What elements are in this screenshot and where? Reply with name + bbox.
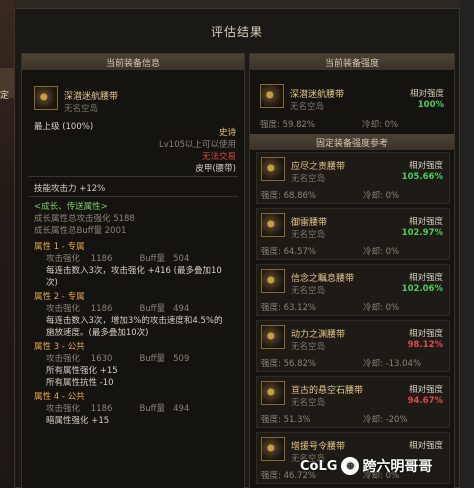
attribute-stats: 攻击强化 1630 Buff量 509: [46, 354, 190, 364]
item-name: 亘古的悬空石腰带: [291, 386, 364, 396]
panel-header: 当前装备强度: [250, 54, 454, 70]
attribute-stats: 攻击强化 1186 Buff量 494: [46, 404, 190, 414]
divider: [28, 196, 238, 197]
strength-value: 强度: 64.57%: [261, 247, 316, 257]
belt-item-icon[interactable]: [261, 325, 285, 349]
cooldown-value: 冷却: 0%: [363, 191, 400, 201]
attribute-desc: 所有属性抗性 -10: [46, 378, 114, 388]
current-equipment-strength-panel: 当前装备强度 深潜迷航腰带 无名空岛 相对强度 100% 强度: 59.82% …: [249, 53, 455, 488]
attribute-title: 属性 4 - 公共: [34, 392, 85, 402]
belt-item-icon[interactable]: [261, 213, 285, 237]
relative-strength-value: 102.06%: [401, 284, 443, 294]
watermark-logo: CoLG: [300, 458, 338, 474]
item-grade: 最上级 (100%): [34, 122, 94, 132]
item-name: 信念之瞩息腰带: [291, 274, 355, 284]
watermark-icon: ⊕: [341, 457, 360, 475]
item-subtitle: 无名空岛: [290, 102, 325, 112]
relative-strength-label: 相对强度: [408, 385, 443, 395]
divider: [28, 176, 238, 177]
cooldown-value: 冷却: -13.04%: [363, 359, 422, 369]
cooldown-value: 冷却: -20%: [363, 415, 408, 425]
relative-strength-label: 相对强度: [408, 161, 443, 171]
level-requirement: Lv105以上可以使用: [159, 140, 236, 150]
attribute-desc: 次): [46, 278, 58, 288]
trade-restriction: 无法交易: [201, 152, 236, 162]
item-subtitle: 无名空岛: [291, 286, 326, 296]
item-name: 深潜迷航腰带: [64, 92, 119, 102]
dialog-title: 评估结果: [210, 24, 263, 39]
attribute-title: 属性 3 - 公共: [34, 342, 85, 352]
belt-item-icon[interactable]: [261, 157, 285, 181]
item-subtitle: 无名空岛: [64, 104, 99, 114]
belt-item-icon[interactable]: [260, 84, 284, 108]
attribute-stats: 攻击强化 1186 Buff量 494: [46, 304, 190, 314]
item-name: 御雷腰带: [291, 218, 328, 228]
background-top-bar: [14, 0, 460, 8]
current-equipment-info-panel: 当前装备信息 深潜迷航腰带 无名空岛 最上级 (100%) 史诗 Lv105以上…: [21, 53, 245, 488]
background-right: [460, 0, 474, 488]
belt-item-icon[interactable]: [34, 86, 58, 110]
growth-buff: 成长属性总Buff量 2001: [34, 226, 127, 236]
item-rarity: 史诗: [218, 128, 236, 138]
background-strip: 定: [0, 0, 14, 488]
watermark-text: 跨六明哥哥: [362, 459, 433, 475]
attribute-desc: 每连击数入3次，攻击强化 +416 (最多叠加10: [46, 266, 222, 276]
attribute-stats: 攻击强化 1186 Buff量 504: [46, 254, 190, 264]
attribute-desc: 每连击数入3次，增加3%的攻击速度和4.5%的: [46, 316, 223, 326]
relative-strength-label: 相对强度: [408, 217, 443, 227]
watermark: CoLG ⊕ 跨六明哥哥: [300, 456, 432, 476]
attribute-desc: 施放速度。(最多叠加10次): [46, 328, 149, 338]
reference-card[interactable]: 御雷腰带无名空岛 相对强度 102.97% 强度: 64.57% 冷却: 0%: [256, 208, 450, 260]
strength-value: 强度: 56.82%: [261, 359, 316, 369]
strength-value: 强度: 59.82%: [260, 120, 315, 130]
panel-header: 当前装备信息: [22, 54, 244, 70]
item-subtitle: 无名空岛: [291, 174, 326, 184]
item-type: 皮甲(腰带): [195, 164, 236, 174]
item-name: 增援号令腰带: [291, 442, 346, 452]
relative-strength-value: 102.97%: [401, 228, 443, 238]
evaluation-dialog: 评估结果 当前装备信息 深潜迷航腰带 无名空岛 最上级 (100%) 史诗 Lv…: [14, 8, 460, 488]
growth-title: <成长、传送属性>: [34, 202, 108, 212]
cooldown-value: 冷却: 0%: [363, 247, 400, 257]
item-subtitle: 无名空岛: [291, 398, 326, 408]
reference-card[interactable]: 动力之渊腰带 无名空岛 相对强度 98.12% 强度: 56.82% 冷却: -13.04…: [256, 320, 450, 372]
belt-item-icon[interactable]: [261, 269, 285, 293]
reference-card[interactable]: 信念之瞩息腰带 无名空岛 相对强度 102.06% 强度: 63.12% 冷却: 0%: [256, 264, 450, 316]
relative-strength-value: 100%: [417, 100, 444, 110]
relative-strength-value: 94.67%: [407, 396, 443, 406]
attribute-title: 属性 2 - 专属: [34, 292, 85, 302]
item-subtitle: 无名空岛: [291, 230, 326, 240]
relative-strength-label: 相对强度: [409, 89, 444, 99]
belt-item-icon[interactable]: [261, 437, 285, 461]
attribute-desc: 所有属性强化 +15: [46, 366, 118, 376]
item-name: 应尽之责腰带: [291, 162, 346, 172]
skill-attack: 技能攻击力 +12%: [34, 184, 106, 194]
background-text: 定: [0, 91, 10, 101]
item-subtitle: 无名空岛: [291, 342, 326, 352]
strength-value: 强度: 51.3%: [261, 415, 311, 425]
strength-value: 强度: 68.86%: [261, 191, 316, 201]
attribute-desc: 暗属性强化 +15: [46, 416, 110, 426]
cooldown-value: 冷却: 0%: [362, 120, 399, 130]
attribute-title: 属性 1 - 专属: [34, 242, 85, 252]
relative-strength-label: 相对强度: [408, 441, 443, 451]
growth-attack: 成长属性总攻击强化 5188: [34, 214, 135, 224]
strength-value: 强度: 63.12%: [261, 303, 316, 313]
belt-item-icon[interactable]: [261, 381, 285, 405]
reference-header: 固定装备强度参考: [250, 134, 454, 150]
item-name: 深潜迷航腰带: [290, 90, 345, 100]
relative-strength-label: 相对强度: [408, 273, 443, 283]
reference-card[interactable]: 应尽之责腰带 无名空岛 相对强度 105.66% 强度: 68.86% 冷却: 0%: [256, 152, 450, 204]
relative-strength-label: 相对强度: [408, 329, 443, 339]
relative-strength-value: 98.12%: [407, 340, 443, 350]
reference-card[interactable]: 亘古的悬空石腰带 无名空岛 相对强度 94.67% 强度: 51.3% 冷却: -20%: [256, 376, 450, 428]
relative-strength-value: 105.66%: [401, 172, 443, 182]
item-name: 动力之渊腰带: [291, 330, 346, 340]
cooldown-value: 冷却: 0%: [363, 303, 400, 313]
